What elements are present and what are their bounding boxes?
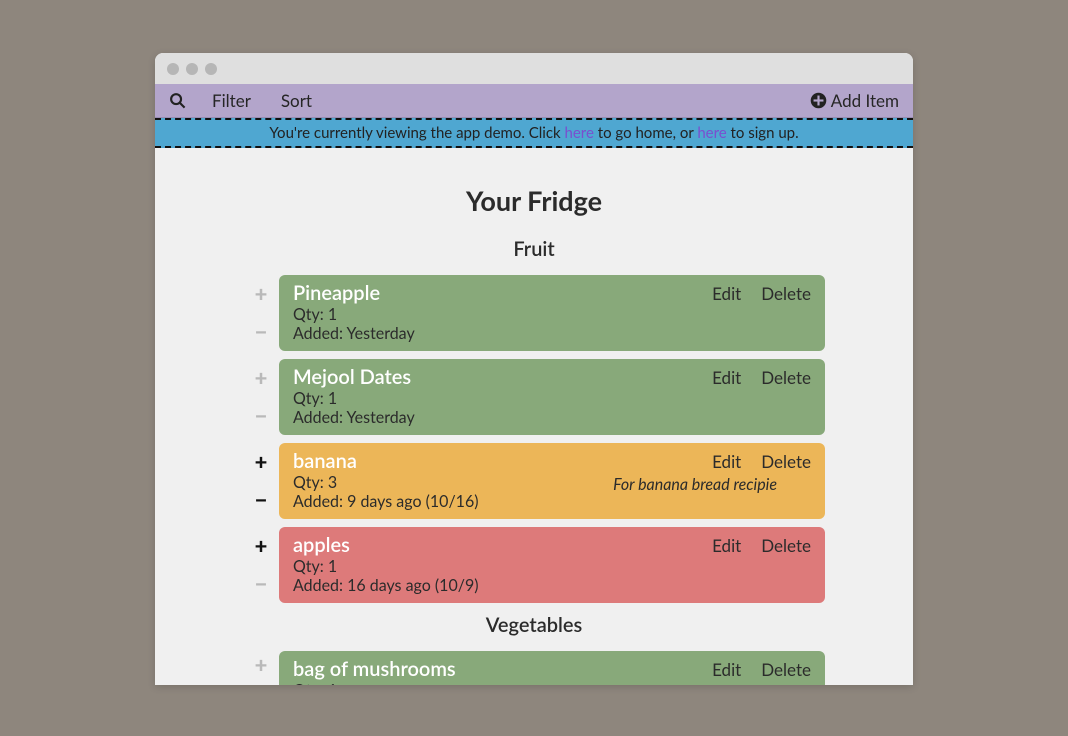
item-name: Pineapple [293,281,380,305]
item-added: Added: 16 days ago (10/9) [293,576,811,595]
delete-button[interactable]: Delete [761,283,811,304]
item-actions: Edit Delete [712,535,811,556]
item-qty: Qty: 1 [293,557,811,576]
category-title: Fruit [155,237,913,261]
item-added: Added: 9 days ago (10/16) [293,492,811,511]
qty-controls: +− [243,275,279,351]
item-row: +−applesEditDeleteQty: 1Added: 16 days a… [243,527,825,603]
plus-icon: + [255,654,268,676]
notice-text: You're currently viewing the app demo. C… [269,124,564,142]
notice-home-link[interactable]: here [565,124,594,142]
delete-button[interactable]: Delete [761,451,811,472]
qty-controls: +− [243,527,279,603]
item-row: +−Mejool DatesEditDeleteQty: 1Added: Yes… [243,359,825,435]
item-actions: Edit Delete [712,367,811,388]
category-title: Vegetables [155,613,913,637]
plus-icon[interactable]: + [255,451,268,473]
edit-button[interactable]: Edit [712,535,741,556]
item-name: bag of mushrooms [293,657,456,681]
qty-controls: +− [243,443,279,519]
edit-button[interactable]: Edit [712,659,741,680]
page-title: Your Fridge [155,184,913,217]
minus-icon: − [255,405,268,427]
sort-button[interactable]: Sort [281,90,312,111]
item-row: +−bananaEditDeleteQty: 3Added: 9 days ag… [243,443,825,519]
content-area: Your Fridge Fruit+−PineappleEditDeleteQt… [155,148,913,685]
minus-icon: − [255,321,268,343]
delete-button[interactable]: Delete [761,535,811,556]
item-note: For banana bread recipie [613,475,777,494]
window-dot [186,63,198,75]
item-qty: Qty: 1 [293,389,811,408]
delete-button[interactable]: Delete [761,659,811,680]
filter-button[interactable]: Filter [212,90,251,111]
plus-icon: + [255,283,268,305]
demo-notice: You're currently viewing the app demo. C… [155,118,913,148]
minus-icon[interactable]: − [255,489,268,511]
edit-button[interactable]: Edit [712,367,741,388]
minus-icon: − [255,683,268,685]
item-row: +−bag of mushroomsEditDeleteQty: 1 [243,651,825,685]
delete-button[interactable]: Delete [761,367,811,388]
item-added: Added: Yesterday [293,324,811,343]
item-card[interactable]: bananaEditDeleteQty: 3Added: 9 days ago … [279,443,825,519]
notice-text: to go home, or [594,124,697,142]
item-card[interactable]: Pineapple Edit DeleteQty: 1Added: Yesterda… [279,275,825,351]
plus-circle-icon [810,92,827,109]
item-row: +−PineappleEditDeleteQty: 1Added: Yester… [243,275,825,351]
minus-icon: − [255,573,268,595]
item-card[interactable]: bag of mushrooms Edit DeleteQty: 1 [279,651,825,685]
window-titlebar [155,53,913,84]
item-actions: Edit Delete [712,451,811,472]
notice-signup-link[interactable]: here [697,124,726,142]
notice-text: to sign up. [727,124,799,142]
item-name: apples [293,533,350,557]
edit-button[interactable]: Edit [712,451,741,472]
item-name: banana [293,449,357,473]
plus-icon[interactable]: + [255,535,268,557]
qty-controls: +− [243,359,279,435]
edit-button[interactable]: Edit [712,283,741,304]
app-window: Filter Sort Add Item You're currently vi… [155,53,913,685]
plus-icon: + [255,367,268,389]
item-added: Added: Yesterday [293,408,811,427]
search-icon[interactable] [169,92,186,109]
item-qty: Qty: 1 [293,681,811,685]
toolbar: Filter Sort Add Item [155,84,913,118]
item-actions: Edit Delete [712,283,811,304]
item-actions: Edit Delete [712,659,811,680]
item-name: Mejool Dates [293,365,411,389]
item-card[interactable]: Mejool Dates Edit DeleteQty: 1Added: Yeste… [279,359,825,435]
item-card[interactable]: apples Edit DeleteQty: 1Added: 16 days ago… [279,527,825,603]
add-item-button[interactable]: Add Item [810,90,899,111]
window-dot [205,63,217,75]
item-qty: Qty: 1 [293,305,811,324]
window-dot [167,63,179,75]
add-item-label: Add Item [831,90,899,111]
qty-controls: +− [243,651,279,685]
